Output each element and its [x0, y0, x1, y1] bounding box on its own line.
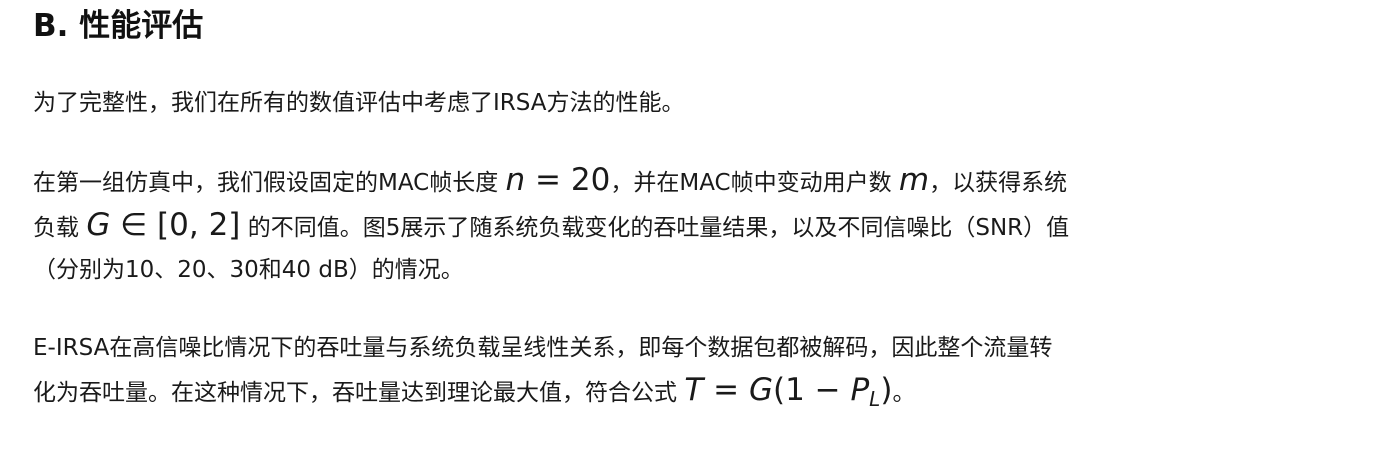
math-eq: =: [703, 372, 749, 408]
p2-line1-text-a: 在第一组仿真中，我们假设固定的MAC帧长度: [33, 170, 506, 196]
math-var-G-2: G: [748, 372, 773, 408]
math-var-m: m: [898, 162, 930, 198]
paragraph-1: 为了完整性，我们在所有的数值评估中考虑了IRSA方法的性能。: [33, 82, 1363, 124]
math-var-P: P: [850, 372, 870, 408]
document-page: B. 性能评估 为了完整性，我们在所有的数值评估中考虑了IRSA方法的性能。 在…: [33, 0, 1363, 420]
section-title: B. 性能评估: [33, 8, 204, 44]
p2-line2-text-b: 的不同值。图5展示了随系统负载变化的吞吐量结果，以及不同信噪比（SNR）值: [240, 215, 1070, 241]
p2-line2-text-a: 负载: [33, 215, 87, 241]
p2-line1-text-c: ，以获得系统: [929, 170, 1068, 196]
paragraph-1-line-1: 为了完整性，我们在所有的数值评估中考虑了IRSA方法的性能。: [33, 90, 685, 116]
math-subscript-L: L: [869, 387, 881, 411]
math-var-G: G: [86, 207, 111, 243]
paragraph-3: E-IRSA在高信噪比情况下的吞吐量与系统负载呈线性关系，即每个数据包都被解码，…: [33, 327, 1363, 420]
math-eq-20: = 20: [525, 162, 611, 198]
math-paren-close: ): [880, 372, 893, 408]
p3-line2-text-a: 化为吞吐量。在这种情况下，吞吐量达到理论最大值，符合公式: [33, 380, 685, 406]
math-var-T: T: [684, 372, 704, 408]
paragraph-2: 在第一组仿真中，我们假设固定的MAC帧长度 n = 20，并在MAC帧中变动用户…: [33, 159, 1363, 291]
math-paren-open: (1 −: [772, 372, 851, 408]
p2-line3-text: （分别为10、20、30和40 dB）的情况。: [33, 257, 464, 283]
p3-line2-end: 。: [892, 380, 916, 406]
p3-line1-text: E-IRSA在高信噪比情况下的吞吐量与系统负载呈线性关系，即每个数据包都被解码，…: [33, 335, 1053, 361]
math-interval: ∈ [0, 2]: [110, 207, 241, 243]
p2-line1-text-b: ，并在MAC帧中变动用户数: [610, 170, 899, 196]
math-var-n: n: [505, 162, 526, 198]
